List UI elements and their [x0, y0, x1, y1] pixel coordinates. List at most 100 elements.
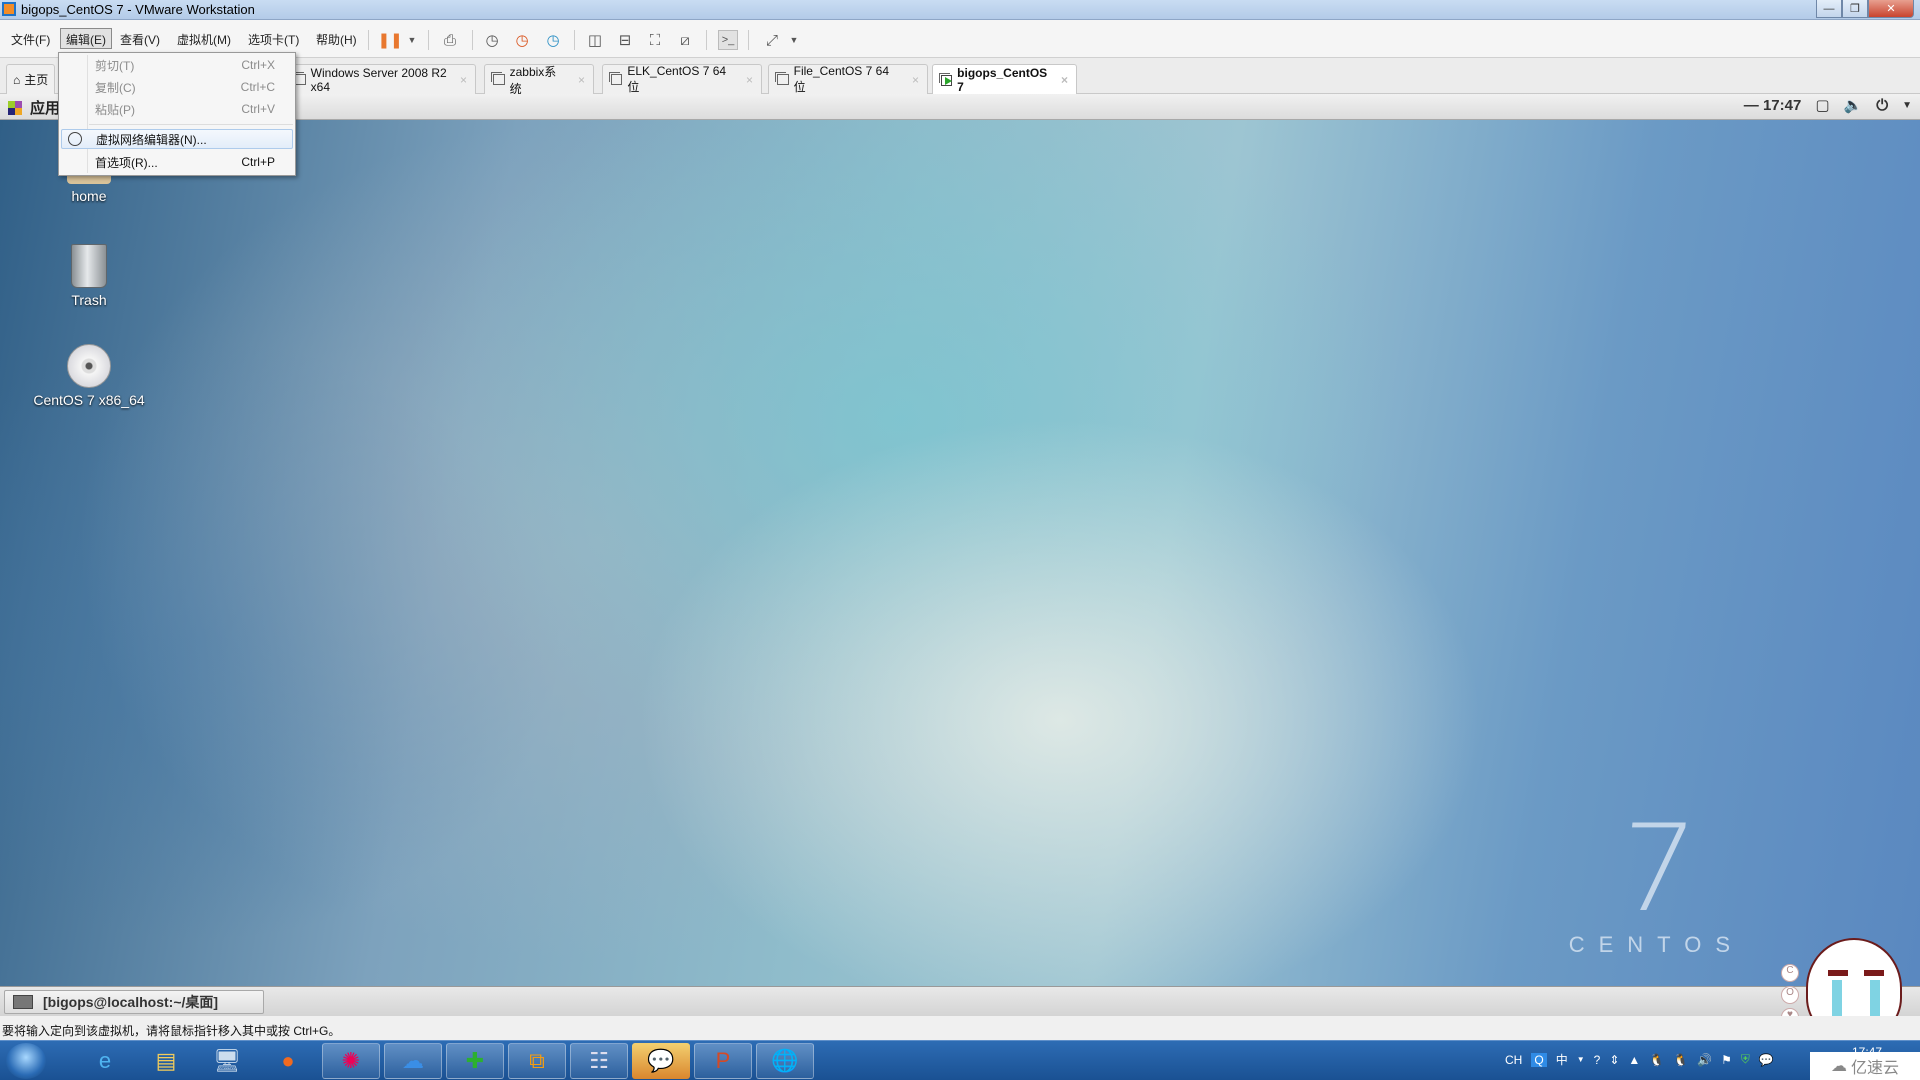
- menu-edit[interactable]: 编辑(E): [60, 28, 112, 49]
- guest-clock[interactable]: — 17:47: [1744, 97, 1802, 114]
- tab-file-centos[interactable]: File_CentOS 7 64 位 ×: [768, 64, 928, 94]
- menu-item-label: 粘贴(P): [95, 102, 135, 117]
- view-split-vertical-icon[interactable]: ◫: [585, 30, 605, 50]
- toolbar-divider: [574, 30, 575, 50]
- display-icon[interactable]: ▢: [1815, 96, 1829, 114]
- menu-tabs[interactable]: 选项卡(T): [243, 29, 304, 50]
- ime-dropdown-icon[interactable]: ▼: [1577, 1055, 1585, 1064]
- pause-icon[interactable]: ❚❚: [377, 30, 402, 50]
- centos-branding: 7 CENTOS: [1569, 800, 1744, 958]
- window-controls: — ❐ ✕: [1816, 0, 1914, 18]
- stretch-icon[interactable]: ⤢: [762, 30, 782, 50]
- snapshot-take-icon[interactable]: ◷: [482, 30, 502, 50]
- menu-item-copy[interactable]: 复制(C) Ctrl+C: [61, 77, 293, 97]
- tab-bigops-centos[interactable]: bigops_CentOS 7 ×: [932, 64, 1077, 95]
- security-shield-icon[interactable]: ⛨: [1741, 1052, 1750, 1067]
- tab-close-icon[interactable]: ×: [734, 73, 753, 87]
- menu-item-cut[interactable]: 剪切(T) Ctrl+X: [61, 55, 293, 75]
- qq-icon[interactable]: 🐧: [1649, 1053, 1664, 1067]
- baidu-netdisk-icon[interactable]: ☁: [384, 1043, 442, 1079]
- watermark: ☁ 亿速云: [1810, 1052, 1920, 1080]
- ime-indicator[interactable]: 中: [1556, 1051, 1568, 1068]
- unity-icon[interactable]: ⧄: [675, 30, 695, 50]
- menu-separator: [89, 124, 293, 125]
- 360-security-icon[interactable]: ✚: [446, 1043, 504, 1079]
- menu-vm[interactable]: 虚拟机(M): [172, 29, 236, 50]
- powerpoint-icon[interactable]: P: [694, 1043, 752, 1079]
- language-indicator[interactable]: CH: [1505, 1053, 1522, 1067]
- menu-view[interactable]: 查看(V): [115, 29, 165, 50]
- edit-menu-dropdown: 剪切(T) Ctrl+X 复制(C) Ctrl+C 粘贴(P) Ctrl+V 虚…: [58, 52, 296, 176]
- remote-desktop-icon[interactable]: 🖥: [198, 1043, 256, 1079]
- firefox-icon[interactable]: ●: [259, 1043, 317, 1079]
- start-button[interactable]: [6, 1043, 46, 1079]
- vmware-icon[interactable]: ⧉: [508, 1043, 566, 1079]
- network-globe-icon[interactable]: 🌐: [756, 1043, 814, 1079]
- tab-zabbix[interactable]: zabbix系统 ×: [484, 64, 594, 96]
- tab-label: zabbix系统: [509, 64, 557, 96]
- menu-item-label: 首选项(R)...: [95, 155, 158, 170]
- qq-message-icon[interactable]: 🐧: [1673, 1053, 1688, 1067]
- internet-explorer-icon[interactable]: e: [76, 1043, 134, 1079]
- tab-close-icon[interactable]: ×: [1049, 73, 1068, 87]
- menu-file[interactable]: 文件(F): [6, 29, 55, 50]
- action-center-flag-icon[interactable]: ⚑: [1721, 1053, 1732, 1067]
- desktop-icon-label: Trash: [71, 292, 107, 308]
- toolbar-divider: [706, 30, 707, 50]
- pet-tear: [1832, 980, 1842, 1020]
- tab-close-icon[interactable]: ×: [566, 73, 585, 87]
- fullscreen-icon[interactable]: ⛶: [645, 30, 665, 50]
- snapshot-manager-icon[interactable]: ◷: [543, 30, 563, 50]
- pinwheel-app-icon[interactable]: ✺: [322, 1043, 380, 1079]
- guest-status-area: — 17:47 ▢ 🔈 ⏻ ▼: [1744, 96, 1912, 115]
- send-ctrl-alt-del-icon[interactable]: ⎙: [440, 30, 460, 50]
- close-button[interactable]: ✕: [1868, 0, 1914, 18]
- pet-bubble-o[interactable]: O: [1781, 986, 1799, 1004]
- terminal-icon: [13, 995, 33, 1009]
- view-split-horizontal-icon[interactable]: ⊟: [615, 30, 635, 50]
- menu-item-paste[interactable]: 粘贴(P) Ctrl+V: [61, 99, 293, 119]
- tab-close-icon[interactable]: ×: [448, 73, 467, 87]
- search-q-icon[interactable]: Q: [1531, 1052, 1547, 1067]
- file-explorer-icon[interactable]: ▤: [137, 1043, 195, 1079]
- show-hidden-icons[interactable]: ▲: [1628, 1053, 1640, 1067]
- control-panel-icon[interactable]: ☷: [570, 1043, 628, 1079]
- restore-button[interactable]: ❐: [1842, 0, 1868, 18]
- system-tray: CH Q 中 ▼ ? ⇕ ▲ 🐧 🐧 🔊 ⚑ ⛨ 💬: [1505, 1051, 1774, 1068]
- menu-item-preferences[interactable]: 首选项(R)... Ctrl+P: [61, 152, 293, 172]
- system-menu-dropdown-icon[interactable]: ▼: [1902, 100, 1912, 111]
- vm-icon: [491, 72, 505, 85]
- volume-icon[interactable]: 🔈: [1844, 96, 1863, 114]
- wechat-tray-icon[interactable]: 💬: [1759, 1053, 1774, 1067]
- tab-home[interactable]: ⌂ 主页: [6, 64, 56, 94]
- vm-icon: [775, 72, 789, 85]
- menu-item-virtual-network-editor[interactable]: 虚拟网络编辑器(N)...: [61, 129, 293, 149]
- guest-desktop[interactable]: home Trash CentOS 7 x86_64 7 CENTOS: [0, 120, 1920, 986]
- wechat-icon[interactable]: 💬: [632, 1043, 690, 1079]
- guest-task-terminal[interactable]: [bigops@localhost:~/桌面]: [4, 990, 264, 1014]
- snapshot-revert-icon[interactable]: ◷: [512, 30, 532, 50]
- home-icon: ⌂: [13, 72, 21, 87]
- vmware-app-icon: [2, 2, 16, 16]
- volume-icon[interactable]: 🔊: [1697, 1053, 1712, 1067]
- desktop-icon-trash[interactable]: Trash: [29, 244, 149, 308]
- minimize-button[interactable]: —: [1816, 0, 1842, 18]
- applications-label: 应用: [30, 100, 61, 117]
- desktop-icon-centos-disc[interactable]: CentOS 7 x86_64: [29, 344, 149, 408]
- tab-windows-server[interactable]: Windows Server 2008 R2 x64 ×: [286, 64, 476, 94]
- pet-bubble-c[interactable]: C: [1781, 964, 1799, 982]
- dropdown-icon[interactable]: ▼: [402, 30, 422, 50]
- tray-settings-icon[interactable]: ⇕: [1609, 1053, 1619, 1067]
- menu-help[interactable]: 帮助(H): [311, 29, 362, 50]
- trash-icon: [71, 244, 107, 288]
- console-icon[interactable]: >_: [718, 30, 738, 50]
- desktop-icon-label: home: [71, 188, 107, 204]
- tab-elk-centos[interactable]: ELK_CentOS 7 64 位 ×: [602, 64, 762, 94]
- tab-close-icon[interactable]: ×: [900, 73, 919, 87]
- applications-menu[interactable]: 应用: [8, 97, 60, 118]
- guest-task-label: [bigops@localhost:~/桌面]: [43, 994, 219, 1010]
- stretch-dropdown-icon[interactable]: ▼: [784, 30, 804, 50]
- help-icon[interactable]: ?: [1594, 1053, 1601, 1067]
- power-icon[interactable]: ⏻: [1876, 97, 1888, 114]
- window-titlebar: bigops_CentOS 7 - VMware Workstation — ❐…: [0, 0, 1920, 20]
